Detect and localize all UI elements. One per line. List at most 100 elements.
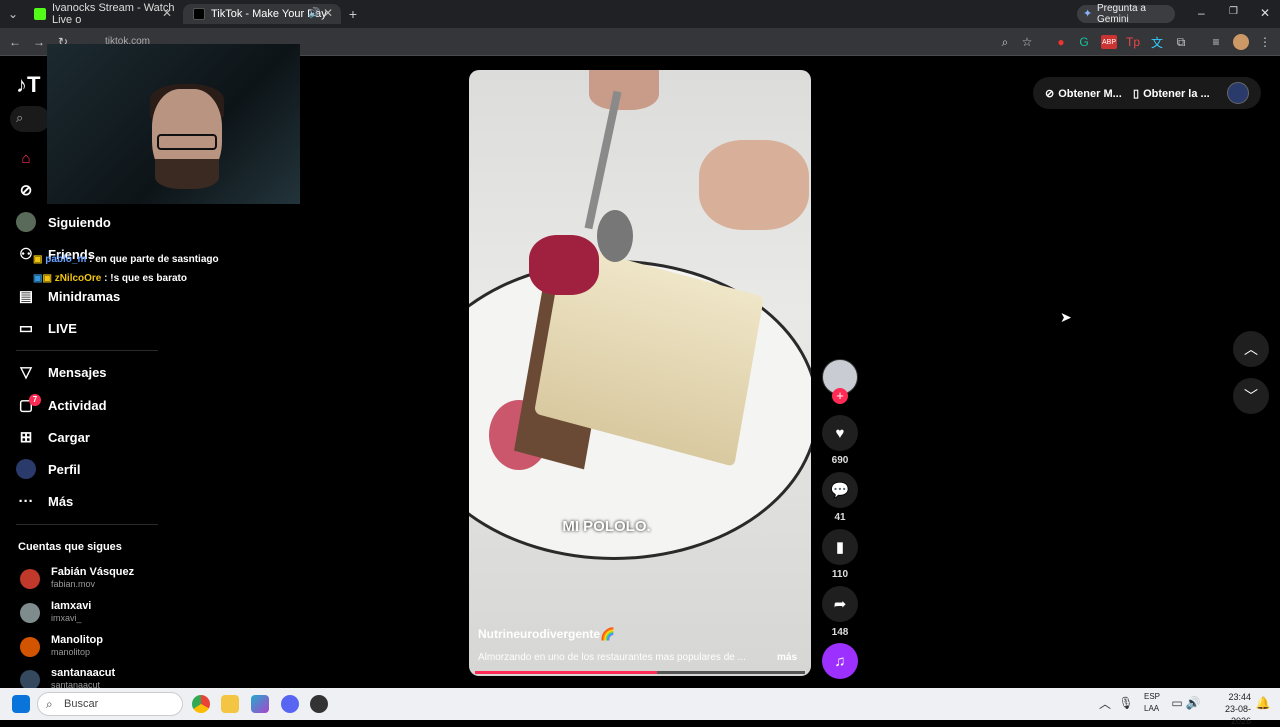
nav-label: Perfil [48, 461, 81, 477]
avatar [20, 569, 40, 589]
video-progress-bar[interactable] [475, 671, 805, 674]
close-tab-icon[interactable]: ✕ [162, 6, 172, 20]
windows-start-icon[interactable] [12, 695, 30, 713]
new-tab-icon[interactable]: + [345, 6, 361, 22]
share-count: 148 [831, 627, 849, 638]
chevron-down-icon: ﹀ [1244, 388, 1258, 404]
chat-user: pablo_m [45, 254, 87, 265]
search-input[interactable]: ⌕ [10, 106, 50, 132]
heart-icon: ♥ [835, 424, 845, 442]
volume-icon[interactable]: 🔊 [1186, 696, 1201, 710]
get-app-pill: ⊘ Obtener M... ▯ Obtener la ... [1033, 77, 1261, 109]
chrome-icon[interactable] [192, 695, 210, 713]
audio-playing-icon[interactable]: 🔊 [308, 8, 320, 19]
extension-red-icon[interactable]: ● [1054, 35, 1068, 49]
zoom-icon[interactable]: ⌕ [998, 35, 1012, 49]
minimize-icon[interactable]: – [1198, 6, 1205, 20]
profile-avatar-icon[interactable] [1233, 34, 1249, 50]
activity-badge: 7 [29, 394, 41, 406]
copilot-icon[interactable] [251, 695, 269, 713]
account-item[interactable]: Manolitop manolitop [18, 634, 218, 666]
tab-title: Ivanocks Stream - Watch Live o [52, 2, 175, 26]
streamer-webcam-overlay [47, 44, 300, 204]
user-avatar[interactable] [1227, 82, 1249, 104]
close-tab-icon[interactable]: ✕ [323, 6, 333, 20]
nav-label: Actividad [48, 397, 107, 413]
previous-video-button[interactable]: ︿ [1233, 331, 1269, 367]
forward-icon[interactable]: → [32, 35, 46, 49]
video-author[interactable]: Nutrineurodivergente🌈 [478, 627, 615, 641]
more-button[interactable]: más [777, 652, 797, 663]
system-clock[interactable]: 23:44 23-08-2026 [1205, 691, 1251, 727]
maximize-icon[interactable]: ❐ [1229, 6, 1238, 17]
chat-text: : en que parte de sasntiago [89, 254, 219, 265]
chat-message: ▣▣ zNilcoOre : !s que es barato [33, 273, 187, 284]
browser-tab-strip: ⌄ Ivanocks Stream - Watch Live o ✕ TikTo… [0, 0, 1280, 28]
video-spoon-head [597, 210, 633, 262]
account-item[interactable]: Fabián Vásquez fabian.mov [18, 566, 218, 598]
like-button[interactable]: ♥ [822, 415, 858, 451]
language-indicator[interactable]: ESP LAA [1144, 691, 1160, 715]
chat-user: zNilcoOre [54, 273, 102, 284]
nav-label: Más [48, 493, 74, 509]
comment-button[interactable]: 💬 [822, 472, 858, 508]
network-icon[interactable]: ▭ [1171, 696, 1183, 710]
nav-explore[interactable]: ⊘ [16, 180, 36, 200]
save-button[interactable]: ▮ [822, 529, 858, 565]
adblock-icon[interactable]: ABP [1101, 35, 1117, 49]
discord-icon[interactable] [281, 695, 299, 713]
avatar [20, 670, 40, 690]
extensions-icon[interactable]: ⧉ [1174, 35, 1188, 49]
close-window-icon[interactable]: ✕ [1260, 6, 1270, 20]
comment-count: 41 [834, 512, 846, 523]
chat-badge-icon: ▣ [42, 273, 52, 284]
divider [16, 350, 158, 351]
video-player[interactable]: MI POLOLO. Nutrineurodivergente🌈 Almorza… [469, 70, 811, 676]
video-progress-fill [475, 671, 657, 674]
coin-icon: ⊘ [1045, 88, 1055, 100]
taskbar-search[interactable]: ⌕ Buscar [37, 692, 183, 716]
microphone-icon[interactable]: 🎙 [1118, 696, 1133, 710]
tab-ivanocks[interactable]: Ivanocks Stream - Watch Live o ✕ [24, 2, 180, 26]
live-icon: ▭ [18, 320, 34, 337]
nav-label: Siguiendo [48, 214, 111, 230]
nav-profile[interactable]: Perfil [16, 459, 81, 479]
media-control-icon[interactable]: ≡ [1209, 35, 1223, 49]
bookmark-star-icon[interactable]: ☆ [1020, 35, 1034, 49]
tiktok-logo-icon[interactable]: ♪T [16, 72, 40, 98]
get-coins-button[interactable]: ⊘ Obtener M... [1045, 87, 1122, 101]
nav-live[interactable]: ▭ LIVE [16, 318, 77, 338]
nav-home[interactable]: ⌂ [16, 148, 36, 168]
nav-minidramas[interactable]: ▤ Minidramas [16, 286, 120, 306]
tab-list-icon[interactable]: ⌄ [6, 7, 20, 21]
notification-bell-icon[interactable]: 🔔 [1256, 696, 1271, 710]
phone-icon: ▯ [1133, 88, 1140, 100]
account-item[interactable]: Iamxavi imxavi_ [18, 600, 218, 632]
obs-icon[interactable] [310, 695, 328, 713]
menu-dots-icon[interactable]: ⋮ [1258, 35, 1272, 49]
sound-disc-button[interactable]: ♫ [822, 643, 858, 679]
lang-line: LAA [1144, 704, 1160, 713]
avatar [20, 637, 40, 657]
nav-following[interactable]: Siguiendo [16, 212, 111, 232]
video-berries [529, 235, 599, 295]
video-hand [699, 140, 809, 230]
following-accounts-title: Cuentas que sigues [18, 541, 122, 553]
nav-upload[interactable]: ⊞ Cargar [16, 427, 90, 447]
file-explorer-icon[interactable] [221, 695, 239, 713]
extension-tp-icon[interactable]: Tp [1126, 35, 1140, 49]
ask-gemini-button[interactable]: ✦ Pregunta a Gemini [1077, 3, 1175, 25]
next-video-button[interactable]: ﹀ [1233, 378, 1269, 414]
grammarly-icon[interactable]: G [1077, 35, 1091, 49]
nav-more[interactable]: ··· Más [16, 491, 74, 511]
translate-icon[interactable]: 文 [1150, 35, 1164, 50]
mouse-cursor-icon: ➤ [1060, 309, 1072, 325]
tab-tiktok[interactable]: TikTok - Make Your Day 🔊 ✕ [183, 4, 341, 24]
nav-messages[interactable]: ▽ Mensajes [16, 362, 106, 382]
follow-plus-icon[interactable]: + [832, 388, 848, 404]
get-app-button[interactable]: ▯ Obtener la ... [1133, 87, 1210, 101]
share-button[interactable]: ➦ [822, 586, 858, 622]
messages-icon: ▽ [20, 364, 32, 381]
tray-chevron-icon[interactable]: ︿ [1099, 697, 1111, 711]
back-icon[interactable]: ← [8, 35, 22, 49]
